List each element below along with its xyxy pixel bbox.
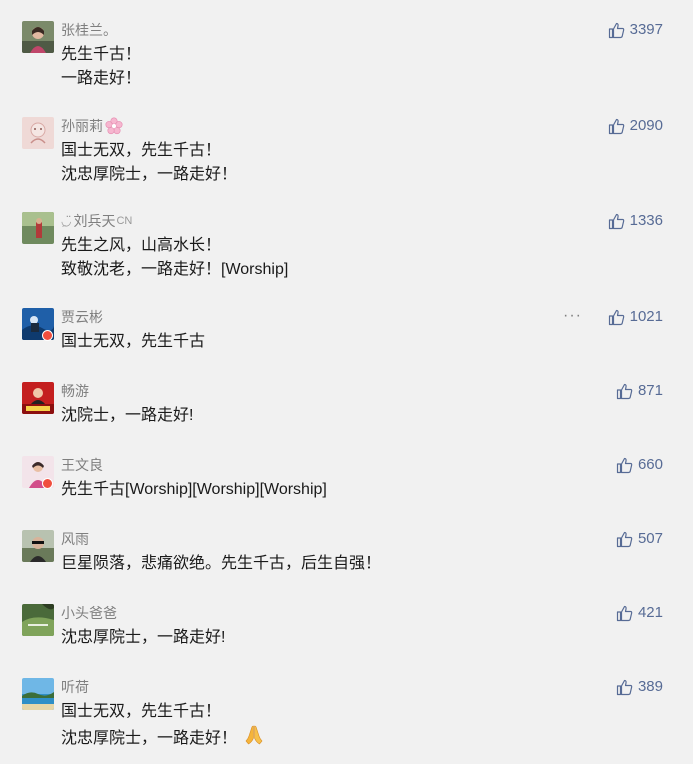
avatar[interactable]: [22, 530, 54, 562]
thumbs-up-icon: [616, 531, 633, 547]
nickname[interactable]: 小头爸爸: [61, 604, 117, 622]
comment-text: 先生之风，山高水长！ 致敬沈老，一路走好！[Worship]: [61, 237, 289, 278]
avatar-badge: [42, 330, 53, 341]
like-count: 389: [637, 678, 663, 695]
nickname[interactable]: ِ◡̈ 刘兵天 CN: [61, 212, 132, 230]
thumbs-up-icon: [608, 118, 624, 134]
like-count: 660: [637, 456, 663, 473]
like-count: 507: [637, 530, 663, 547]
like-button[interactable]: 389: [616, 677, 663, 697]
nickname[interactable]: 孙丽莉: [61, 117, 123, 135]
like-count: 2090: [629, 117, 663, 134]
nickname[interactable]: 风雨: [61, 530, 89, 548]
like-button[interactable]: 421: [616, 603, 663, 623]
comment-text: 国士无双，先生千古！ 沈忠厚院士，一路走好！: [61, 700, 265, 751]
avatar[interactable]: [22, 382, 54, 414]
like-button[interactable]: 1021: [608, 307, 663, 327]
more-options-button[interactable]: ···: [563, 308, 582, 324]
avatar-badge: [42, 478, 53, 489]
folded-hands-icon: [245, 725, 263, 745]
thumbs-up-icon: [616, 679, 633, 695]
nickname[interactable]: 听荷: [61, 678, 89, 696]
nickname[interactable]: 畅游: [61, 382, 89, 400]
nickname[interactable]: 张桂兰。: [61, 21, 117, 39]
cherry-blossom-icon: [105, 117, 123, 135]
like-button[interactable]: 507: [616, 529, 663, 549]
comment-text: 先生千古！ 一路走好！: [61, 46, 142, 87]
nickname[interactable]: 贾云彬: [61, 308, 103, 326]
comment-text: 沈院士，一路走好!: [61, 407, 194, 424]
like-count: 871: [637, 382, 663, 399]
comment-text: 巨星陨落，悲痛欲绝。先生千古，后生自强！: [61, 555, 382, 572]
thumbs-up-icon: [616, 457, 633, 473]
thumbs-up-icon: [616, 383, 633, 399]
like-button[interactable]: 1336: [608, 211, 663, 231]
comment-text: 国士无双，先生千古: [61, 333, 206, 350]
avatar[interactable]: [22, 604, 54, 636]
thumbs-up-icon: [608, 22, 624, 38]
like-button[interactable]: 660: [616, 455, 663, 475]
like-count: 3397: [629, 21, 663, 38]
comment-text: 沈忠厚院士，一路走好!: [61, 629, 226, 646]
comment-text: 先生千古[Worship][Worship][Worship]: [61, 481, 327, 498]
thumbs-up-icon: [616, 605, 633, 621]
comment-list: 张桂兰。 先生千古！ 一路走好！ 3397 孙丽莉 国士无双，先生千古！ 沈忠厚…: [0, 0, 693, 764]
like-count: 1021: [629, 308, 663, 325]
thumbs-up-icon: [608, 309, 624, 325]
like-count: 421: [637, 604, 663, 621]
like-button[interactable]: 2090: [608, 116, 663, 136]
avatar[interactable]: [22, 212, 54, 244]
comment-text: 国士无双，先生千古！ 沈忠厚院士，一路走好！: [61, 142, 238, 183]
like-button[interactable]: 871: [616, 381, 663, 401]
avatar[interactable]: [22, 21, 54, 53]
thumbs-up-icon: [608, 213, 624, 229]
like-button[interactable]: 3397: [608, 20, 663, 40]
avatar[interactable]: [22, 678, 54, 710]
like-count: 1336: [629, 212, 663, 229]
nickname[interactable]: 王文良: [61, 456, 103, 474]
avatar[interactable]: [22, 117, 54, 149]
